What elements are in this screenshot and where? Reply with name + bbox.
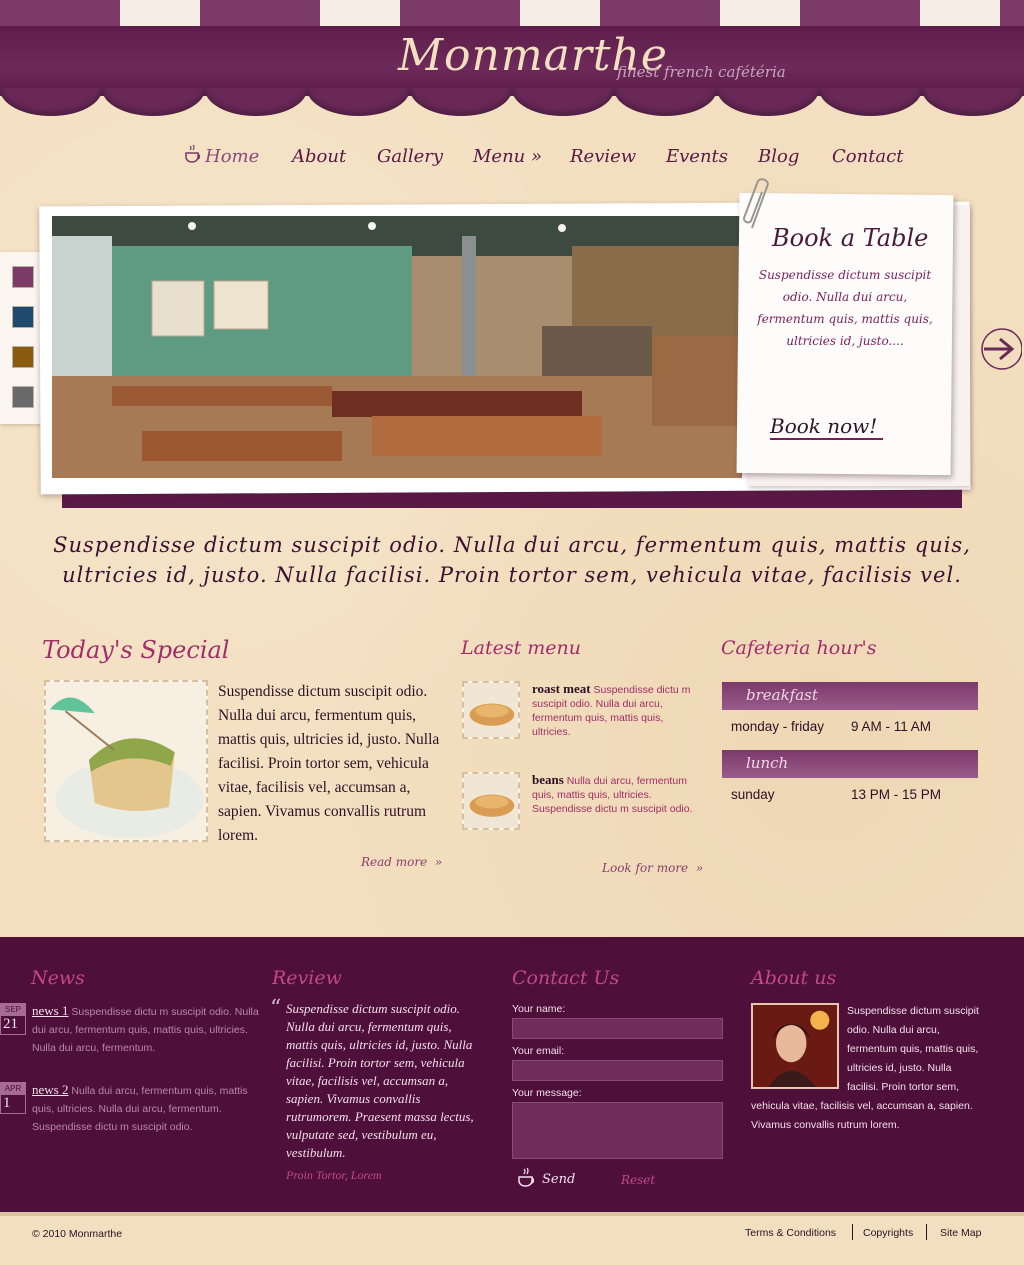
- breakfast-band: breakfast: [722, 682, 978, 710]
- special-dessert-photo: [44, 680, 208, 842]
- swatch-brown[interactable]: [12, 346, 34, 368]
- about-heading: About us: [751, 967, 837, 989]
- main-nav: Home About Gallery Menu » Review Events …: [0, 146, 1024, 172]
- nav-about[interactable]: About: [292, 146, 346, 167]
- news-title-link[interactable]: news 2: [32, 1082, 68, 1097]
- latest-menu-heading: Latest menu: [461, 637, 581, 659]
- awning-scallops: [0, 88, 1024, 116]
- read-more-label: Read more: [361, 855, 428, 869]
- news-date-badge: APR 1: [0, 1082, 26, 1114]
- email-label: Your email:: [512, 1045, 565, 1057]
- nav-contact[interactable]: Contact: [832, 146, 903, 167]
- coffee-cup-icon: [518, 1167, 535, 1187]
- paperclip-icon: [743, 178, 770, 229]
- divider: [926, 1224, 927, 1240]
- nav-menu[interactable]: Menu »: [473, 146, 542, 167]
- name-field[interactable]: [512, 1018, 723, 1039]
- email-field[interactable]: [512, 1060, 723, 1081]
- special-heading: Today's Special: [42, 636, 230, 664]
- nav-home[interactable]: Home: [205, 146, 259, 167]
- reset-button[interactable]: Reset: [621, 1173, 655, 1187]
- news-month: SEP: [1, 1004, 25, 1016]
- copyright: © 2010 Monmarthe: [32, 1228, 123, 1240]
- menu-item-name[interactable]: roast meat: [532, 681, 591, 696]
- arrow-right-icon[interactable]: [978, 322, 1022, 376]
- quote-icon: “: [270, 996, 282, 1021]
- news-month: APR: [1, 1083, 25, 1095]
- lunch-time: 13 PM - 15 PM: [851, 787, 942, 802]
- menu-item-roast-meat: roast meat Suspendisse dictu m suscipit …: [532, 682, 702, 739]
- message-label: Your message:: [512, 1087, 582, 1099]
- lunch-days: sunday: [731, 787, 775, 802]
- read-more-link[interactable]: Read more »: [361, 855, 442, 869]
- news-heading: News: [31, 967, 85, 989]
- special-text: Suspendisse dictum suscipit odio. Nulla …: [218, 683, 440, 844]
- terms-link[interactable]: Terms & Conditions: [745, 1227, 836, 1239]
- intro-paragraph: Suspendisse dictum suscipit odio. Nulla …: [53, 533, 971, 587]
- about-photo: [751, 1003, 839, 1089]
- nav-blog[interactable]: Blog: [758, 146, 799, 167]
- lunch-band: lunch: [722, 750, 978, 778]
- copyrights-link[interactable]: Copyrights: [863, 1227, 913, 1239]
- review-text: Suspendisse dictum suscipit odio. Nulla …: [286, 1001, 474, 1160]
- awning-stripes: [0, 0, 1024, 28]
- message-field[interactable]: [512, 1102, 723, 1159]
- double-chevron-right-icon: »: [431, 855, 443, 869]
- book-table-title: Book a Table: [772, 224, 929, 252]
- news-item: news 2 Nulla dui arcu, fermentum quis, m…: [32, 1081, 260, 1136]
- look-for-more-link[interactable]: Look for more »: [602, 861, 703, 875]
- look-for-more-label: Look for more: [602, 861, 689, 875]
- news-day: 1: [3, 1095, 11, 1111]
- nav-review[interactable]: Review: [570, 146, 636, 167]
- site-map-link[interactable]: Site Map: [940, 1227, 981, 1239]
- site-tagline: finest french cafétéria: [617, 63, 786, 81]
- book-now-button[interactable]: Book now!: [770, 414, 884, 440]
- menu-item-beans: beans Nulla dui arcu, fermentum quis, ma…: [532, 773, 702, 816]
- menu-item-name[interactable]: beans: [532, 772, 564, 787]
- book-table-text: Suspendisse dictum suscipit odio. Nulla …: [757, 268, 933, 348]
- review-heading: Review: [272, 967, 342, 989]
- breakfast-time: 9 AM - 11 AM: [851, 719, 932, 734]
- news-day: 21: [3, 1016, 18, 1032]
- news-title-link[interactable]: news 1: [32, 1003, 68, 1018]
- divider: [852, 1224, 853, 1240]
- double-chevron-right-icon: »: [692, 861, 704, 875]
- swatch-gray[interactable]: [12, 386, 34, 408]
- swatch-purple[interactable]: [12, 266, 34, 288]
- news-date-badge: SEP 21: [0, 1003, 26, 1035]
- breakfast-days: monday - friday: [731, 719, 825, 734]
- nav-gallery[interactable]: Gallery: [377, 146, 443, 167]
- swatch-blue[interactable]: [12, 306, 34, 328]
- page: Monmarthe finest french cafétéria Home A…: [0, 0, 1024, 1265]
- nav-events[interactable]: Events: [666, 146, 728, 167]
- name-label: Your name:: [512, 1003, 566, 1015]
- send-button[interactable]: Send: [542, 1172, 575, 1187]
- cafe-interior-photo: [52, 216, 742, 478]
- roast-meat-thumb[interactable]: [462, 681, 520, 739]
- hours-heading: Cafeteria hour's: [721, 637, 877, 659]
- contact-heading: Contact Us: [512, 967, 620, 989]
- review-author: Proin Tortor, Lorem: [286, 1168, 382, 1182]
- beans-thumb[interactable]: [462, 772, 520, 830]
- news-item: news 1 Suspendisse dictu m suscipit odio…: [32, 1002, 260, 1057]
